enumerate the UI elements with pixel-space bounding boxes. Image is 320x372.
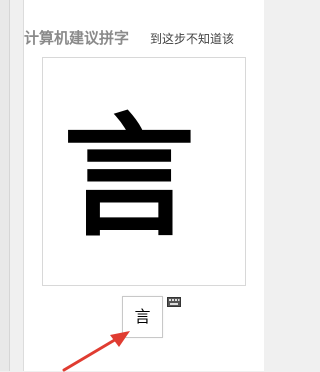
preview-character: 言 (63, 101, 195, 255)
left-sidebar-strip (0, 0, 9, 371)
keyboard-icon[interactable] (167, 297, 181, 307)
red-arrow-annotation (62, 331, 130, 372)
panel-title: 计算机建议拼字 (24, 29, 130, 47)
hint-text: 到这步不知道该 (150, 32, 235, 46)
divider (9, 0, 10, 371)
